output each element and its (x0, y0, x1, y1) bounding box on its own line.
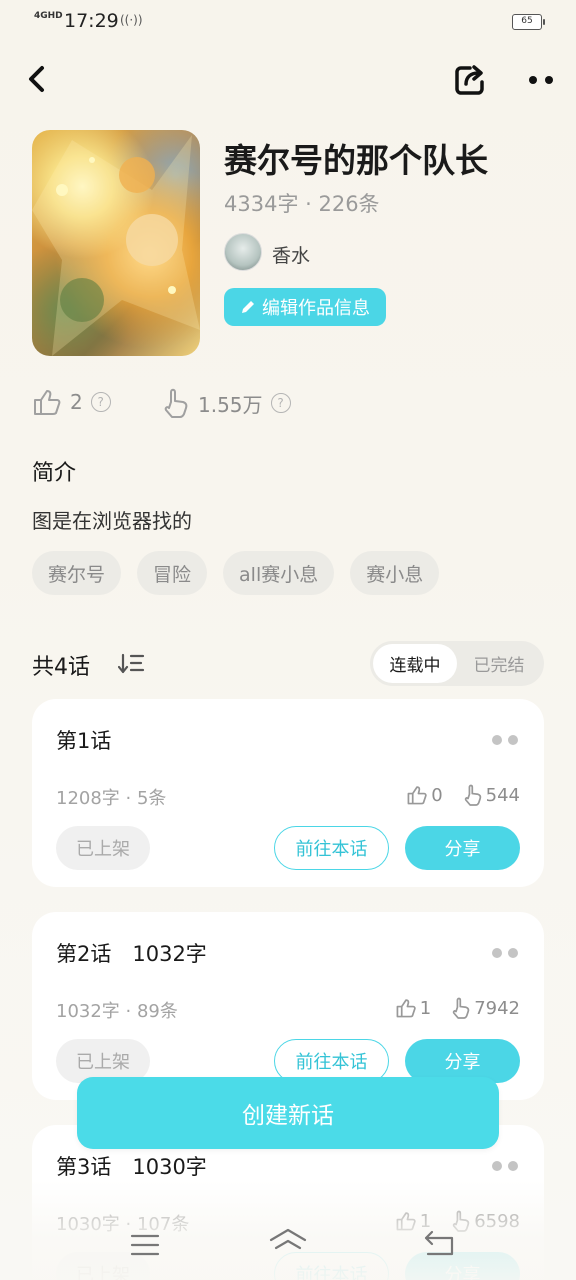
share-chapter-button[interactable]: 分享 (405, 826, 520, 870)
chapter-upvotes-count: 6598 (474, 1210, 520, 1232)
goto-chapter-button[interactable]: 前往本话 (274, 826, 389, 870)
upvotes-count: 1.55万 (198, 392, 263, 417)
chevron-left-icon (29, 66, 44, 92)
help-icon[interactable]: ? (270, 393, 291, 413)
chapter-upvotes-count: 544 (485, 784, 520, 806)
hotspot-icon: ((·)) (120, 13, 143, 27)
chapter-title: 第1话 (56, 729, 112, 753)
thumb-up-icon (396, 1212, 416, 1231)
hand-point-icon (464, 784, 481, 806)
author-name[interactable]: 香水 (272, 241, 310, 268)
chapter-upvotes-count: 7942 (474, 997, 520, 1019)
cover-image[interactable] (32, 130, 200, 356)
tag-list: 赛尔号 冒险 all赛小息 赛小息 (32, 551, 440, 595)
home-icon (269, 1228, 307, 1250)
more-button[interactable] (524, 70, 558, 90)
menu-icon (130, 1234, 160, 1256)
tag[interactable]: 赛小息 (350, 551, 440, 595)
work-stats: 4334字 · 226条 (224, 192, 380, 216)
tag[interactable]: all赛小息 (223, 551, 335, 595)
battery-icon: 65 (512, 14, 545, 30)
chapter-card[interactable]: 第2话 1032字 1032字 · 89条 1 7942 已上架 前往本话 分享 (32, 912, 544, 1100)
tag[interactable]: 赛尔号 (32, 551, 122, 595)
chapter-likes-count: 1 (419, 997, 432, 1019)
hand-point-icon (453, 997, 470, 1019)
thumb-up-icon (407, 786, 427, 805)
menu-nav-button[interactable] (125, 1226, 165, 1266)
sort-button[interactable] (117, 652, 146, 676)
chapter-likes: 0 544 (392, 784, 520, 806)
home-nav-button[interactable] (268, 1226, 308, 1266)
chapter-stats: 1208字 · 5条 (56, 788, 167, 809)
chapter-stats: 1032字 · 89条 (56, 1001, 178, 1022)
clock: 17:29 (64, 10, 119, 32)
share-work-button[interactable] (452, 62, 488, 98)
tag[interactable]: 冒险 (137, 551, 208, 595)
create-chapter-button[interactable]: 创建新话 (77, 1077, 499, 1149)
chapter-card[interactable]: 第1话 1208字 · 5条 0 544 已上架 前往本话 分享 (32, 699, 544, 887)
thumb-up-icon (34, 390, 61, 415)
chapter-title: 第3话 1030字 (56, 1155, 207, 1179)
intro-heading: 简介 (32, 461, 77, 486)
chapter-more-button[interactable] (492, 948, 518, 958)
likes-stat: 2 ? (32, 388, 111, 416)
chapter-more-button[interactable] (492, 735, 518, 745)
thumb-up-icon (396, 999, 416, 1018)
back-button[interactable] (22, 62, 56, 96)
chapter-likes: 1 7942 (381, 997, 520, 1019)
likes-count: 2 (70, 390, 83, 414)
share-icon (455, 65, 484, 95)
upvotes-stat: 1.55万 ? (162, 388, 291, 418)
intro-text: 图是在浏览器找的 (32, 509, 192, 533)
chapter-more-button[interactable] (492, 1161, 518, 1171)
edit-work-info-label: 编辑作品信息 (262, 298, 370, 319)
hand-point-icon (164, 388, 188, 418)
sort-icon (117, 653, 145, 674)
return-icon (424, 1230, 454, 1256)
help-icon[interactable]: ? (90, 392, 111, 412)
chapter-count: 共4话 (32, 655, 90, 680)
work-title: 赛尔号的那个队长 (224, 141, 488, 180)
chapter-stats: 1030字 · 107条 (56, 1214, 190, 1235)
tab-completed[interactable]: 已完结 (457, 644, 541, 683)
author-avatar[interactable] (224, 233, 262, 271)
cover-artwork (32, 135, 200, 356)
chapter-likes-count: 0 (431, 784, 443, 806)
chapter-title: 第2话 1032字 (56, 942, 207, 966)
status-toggle: 连载中 已完结 (370, 641, 544, 686)
shelved-badge: 已上架 (56, 826, 150, 870)
pencil-icon (242, 301, 254, 313)
network-indicator: 4GHD (34, 11, 63, 21)
back-nav-button[interactable] (420, 1226, 460, 1266)
tab-serializing[interactable]: 连载中 (373, 644, 457, 683)
status-bar: 4GHD 17:29 ((·)) 65 (0, 0, 576, 44)
edit-work-info-button[interactable]: 编辑作品信息 (224, 288, 386, 326)
more-dots-icon (529, 76, 553, 84)
